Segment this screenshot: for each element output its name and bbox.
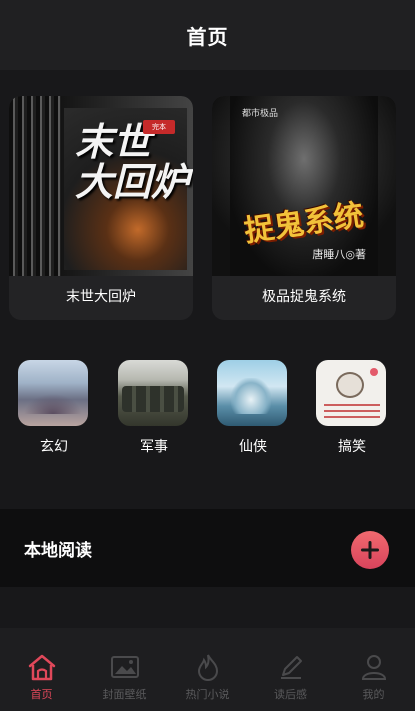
- tab-profile[interactable]: 我的: [332, 628, 415, 711]
- book-spines: [9, 96, 61, 276]
- category-item[interactable]: 军事: [118, 360, 190, 456]
- pen-icon: [276, 652, 306, 682]
- book-title[interactable]: 极品捉鬼系统: [212, 286, 396, 306]
- home-icon: [27, 652, 57, 682]
- plus-icon: [361, 541, 379, 559]
- category-label[interactable]: 玄幻: [18, 436, 90, 456]
- category-item[interactable]: 搞笑: [316, 360, 388, 456]
- top-bar: 首页: [0, 0, 415, 70]
- category-item[interactable]: 仙侠: [217, 360, 289, 456]
- category-thumbnail[interactable]: [316, 360, 386, 426]
- tab-label: 热门小说: [185, 688, 230, 701]
- cartoon-text: [324, 404, 380, 418]
- book-card[interactable]: 末世 大回炉 完本 末世大回炉: [9, 96, 193, 320]
- category-thumbnail[interactable]: [18, 360, 88, 426]
- tab-label: 首页: [30, 688, 53, 701]
- cover-badge: 完本: [143, 120, 175, 134]
- tab-label: 读后感: [274, 688, 307, 701]
- tab-reviews[interactable]: 读后感: [249, 628, 332, 711]
- category-thumbnail[interactable]: [217, 360, 287, 426]
- local-reading-section[interactable]: 本地阅读: [0, 509, 415, 587]
- tab-hot-novels[interactable]: 热门小说: [166, 628, 249, 711]
- tab-label: 封面壁纸: [102, 688, 147, 701]
- page-title: 首页: [186, 24, 229, 49]
- book-cover[interactable]: 末世 大回炉 完本: [9, 96, 193, 276]
- cartoon-face: [336, 372, 364, 398]
- category-label[interactable]: 军事: [118, 436, 190, 456]
- category-item[interactable]: 玄幻: [18, 360, 90, 456]
- add-local-book-button[interactable]: [351, 531, 389, 569]
- cover-series: 都市极品: [242, 109, 279, 119]
- local-reading-label: 本地阅读: [24, 540, 92, 561]
- user-icon: [359, 652, 389, 682]
- decoration-dot: [370, 368, 378, 376]
- category-thumbnail[interactable]: [118, 360, 188, 426]
- cover-title: 末世 大回炉: [75, 120, 190, 204]
- category-label[interactable]: 搞笑: [316, 436, 388, 456]
- tab-wallpapers[interactable]: 封面壁纸: [83, 628, 166, 711]
- tab-label: 我的: [362, 688, 385, 701]
- image-icon: [110, 652, 140, 682]
- category-label[interactable]: 仙侠: [217, 436, 289, 456]
- cover-author: 唐睡八◎著: [312, 248, 366, 261]
- flame-icon: [193, 652, 223, 682]
- tab-home[interactable]: 首页: [0, 628, 83, 711]
- book-cover[interactable]: 都市极品 捉鬼系统 唐睡八◎著: [212, 96, 396, 276]
- book-title[interactable]: 末世大回炉: [9, 286, 193, 306]
- bottom-tab-bar: 首页 封面壁纸 热门小说 读后感 我的: [0, 628, 415, 711]
- book-card[interactable]: 都市极品 捉鬼系统 唐睡八◎著 极品捉鬼系统: [212, 96, 396, 320]
